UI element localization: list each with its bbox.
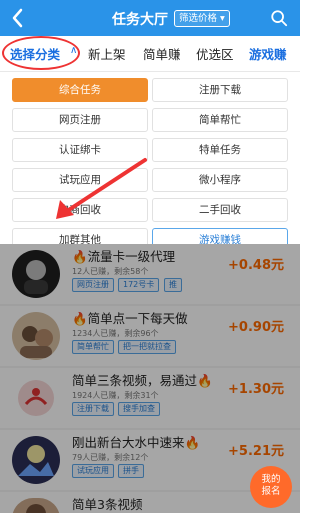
category-chip-特单任务[interactable]: 特单任务	[152, 138, 288, 162]
category-chip-综合任务[interactable]: 综合任务	[12, 78, 148, 102]
my-signup-button[interactable]: 我的 报名	[250, 466, 292, 508]
page: 任务大厅 筛选价格 ▾ 选择分类 ∧ 新上架 简单赚 优选区 游戏赚 综合任务 …	[0, 0, 300, 513]
category-chip-微小程序[interactable]: 微小程序	[152, 168, 288, 192]
category-chip-注册下载[interactable]: 注册下载	[152, 78, 288, 102]
category-chip-网页注册[interactable]: 网页注册	[12, 108, 148, 132]
signup-line-1: 我的	[261, 474, 281, 485]
tab-easy[interactable]: 简单赚	[143, 44, 181, 63]
tab-preferred[interactable]: 优选区	[196, 44, 234, 63]
top-bar: 任务大厅 筛选价格 ▾	[0, 0, 300, 36]
price-filter-button[interactable]: 筛选价格 ▾	[174, 10, 230, 27]
annotation-arrow-icon	[56, 158, 147, 219]
tab-new[interactable]: 新上架	[88, 44, 126, 63]
category-chip-二手回收[interactable]: 二手回收	[152, 198, 288, 222]
tab-game[interactable]: 游戏赚	[249, 44, 287, 63]
search-icon[interactable]	[270, 9, 288, 27]
annotation-circle	[2, 36, 80, 70]
back-icon[interactable]	[8, 6, 28, 30]
signup-line-2: 报名	[261, 486, 281, 497]
page-title: 任务大厅	[112, 12, 168, 28]
category-chip-简单帮忙[interactable]: 简单帮忙	[152, 108, 288, 132]
